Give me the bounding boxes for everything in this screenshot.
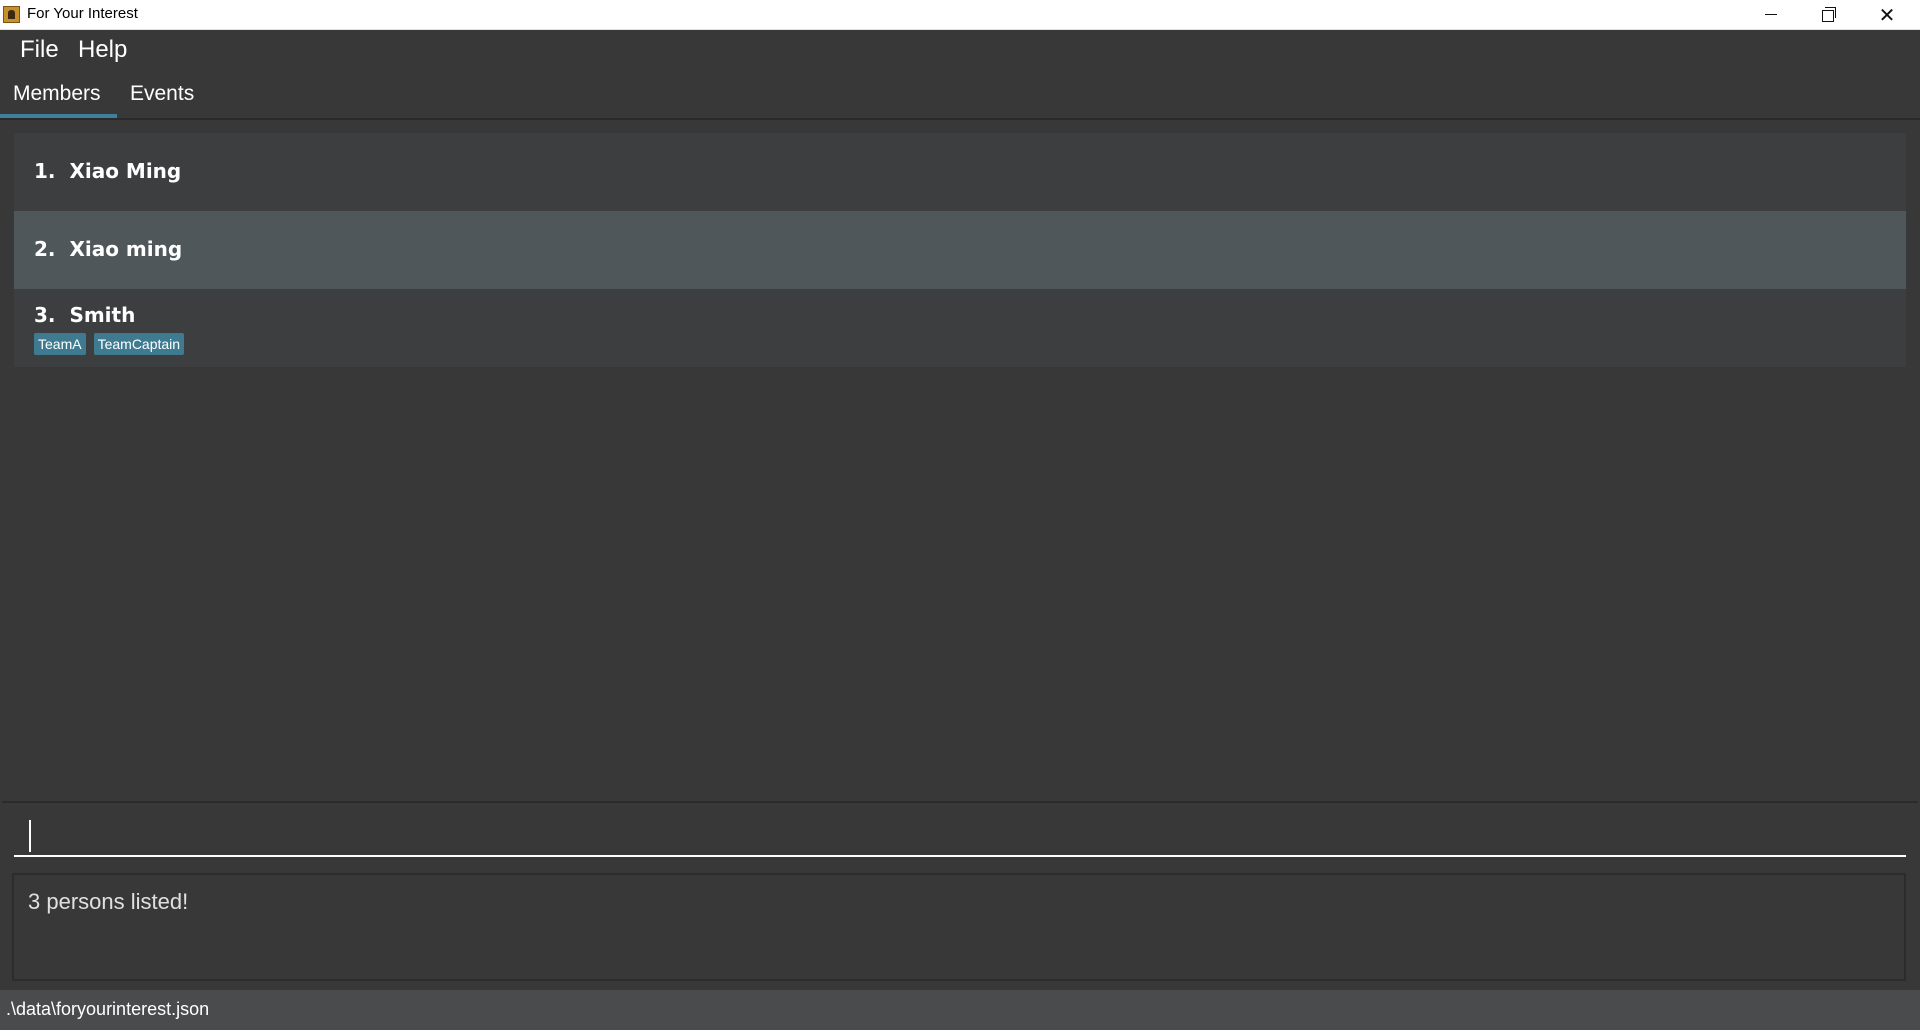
result-display-panel: 3 persons listed! bbox=[2, 867, 1918, 989]
close-icon: ✕ bbox=[1878, 2, 1896, 27]
window-title: For Your Interest bbox=[27, 5, 138, 22]
status-bar: .\data\foryourinterest.json bbox=[0, 990, 1920, 1030]
member-list-panel: 1. Xiao Ming 2. Xiao ming 3. Smith TeamA… bbox=[2, 121, 1918, 802]
member-card[interactable]: 2. Xiao ming bbox=[14, 211, 1906, 289]
result-message: 3 persons listed! bbox=[28, 889, 189, 914]
member-name: 3. Smith bbox=[34, 303, 136, 327]
menu-file[interactable]: File bbox=[20, 36, 59, 64]
menu-help[interactable]: Help bbox=[78, 36, 127, 64]
save-location: .\data\foryourinterest.json bbox=[6, 999, 210, 1019]
member-list[interactable]: 1. Xiao Ming 2. Xiao ming 3. Smith TeamA… bbox=[14, 133, 1906, 367]
minimize-icon bbox=[1765, 14, 1777, 15]
tab-bar: Members Events bbox=[0, 72, 1920, 120]
minimize-button[interactable] bbox=[1742, 0, 1800, 29]
app-window: For Your Interest ✕ File Help Members Ev… bbox=[0, 0, 1920, 1030]
menu-bar: File Help bbox=[0, 30, 1920, 72]
app-icon bbox=[3, 6, 20, 23]
member-card[interactable]: 1. Xiao Ming bbox=[14, 133, 1906, 211]
tab-members[interactable]: Members bbox=[13, 82, 101, 106]
tab-events[interactable]: Events bbox=[130, 82, 194, 106]
member-tags: TeamA TeamCaptain bbox=[34, 333, 185, 355]
member-name: 2. Xiao ming bbox=[34, 237, 183, 261]
close-button[interactable]: ✕ bbox=[1858, 0, 1916, 29]
result-display[interactable]: 3 persons listed! bbox=[12, 873, 1906, 981]
tag-badge: TeamA bbox=[34, 333, 86, 355]
command-box-panel bbox=[2, 802, 1918, 866]
title-bar: For Your Interest ✕ bbox=[0, 0, 1920, 30]
maximize-button[interactable] bbox=[1800, 0, 1858, 29]
selected-tab-indicator bbox=[0, 114, 117, 118]
member-card[interactable]: 3. Smith TeamA TeamCaptain bbox=[14, 289, 1906, 367]
text-caret bbox=[29, 820, 31, 852]
command-input[interactable] bbox=[14, 811, 1906, 857]
tag-badge: TeamCaptain bbox=[93, 333, 185, 355]
restore-icon bbox=[1822, 6, 1836, 22]
member-name: 1. Xiao Ming bbox=[34, 159, 182, 183]
